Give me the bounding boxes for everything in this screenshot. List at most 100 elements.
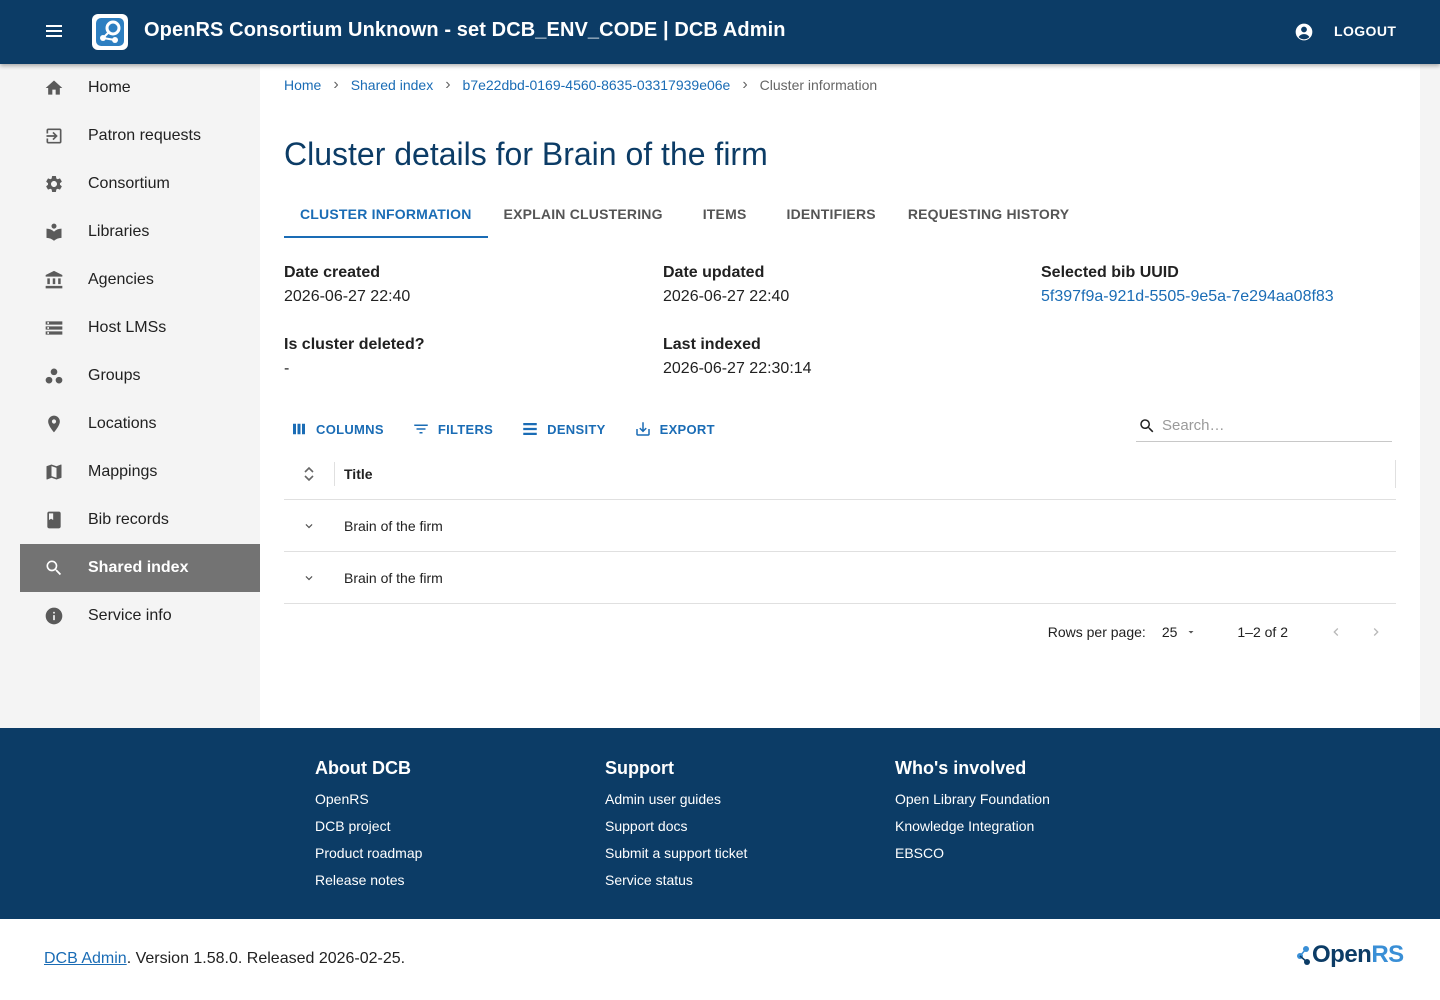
- filters-label: FILTERS: [437, 421, 494, 437]
- sidebar-item-patron-requests[interactable]: Patron requests: [20, 112, 260, 160]
- grid-toolbar: COLUMNS FILTERS DENSITY EXPORT: [284, 416, 737, 442]
- rows-per-page-label: Rows per page:: [1047, 624, 1146, 640]
- date-updated-value: 2026-06-27 22:40: [663, 288, 790, 305]
- date-created-field: Date created 2026-06-27 22:40: [284, 264, 410, 306]
- search-input[interactable]: [1162, 417, 1382, 434]
- breadcrumb-home[interactable]: Home: [284, 77, 321, 93]
- rows-per-page-select[interactable]: 25: [1162, 624, 1198, 640]
- footer-link[interactable]: DCB project: [315, 818, 422, 834]
- footer-link[interactable]: Open Library Foundation: [895, 791, 1050, 807]
- sidebar-item-label: Home: [88, 79, 131, 96]
- sidebar-item-label: Locations: [88, 415, 157, 432]
- tab-cluster-information[interactable]: CLUSTER INFORMATION: [284, 194, 488, 238]
- footer-heading: Who's involved: [895, 758, 1027, 778]
- selected-bib-link[interactable]: 5f397f9a-921d-5505-9e5a-7e294aa08f83: [1041, 288, 1334, 306]
- filter-list-icon: [414, 424, 428, 434]
- footer-link[interactable]: Submit a support ticket: [605, 845, 747, 861]
- footer-link[interactable]: Product roadmap: [315, 845, 422, 861]
- filters-button[interactable]: FILTERS: [406, 416, 499, 442]
- menu-icon[interactable]: [42, 22, 66, 42]
- sidebar-item-consortium[interactable]: Consortium: [20, 160, 260, 208]
- book-icon: [47, 511, 61, 529]
- logout-button[interactable]: LOGOUT: [1334, 23, 1396, 39]
- tab-requesting-history[interactable]: REQUESTING HISTORY: [892, 194, 1086, 238]
- footer-heading: About DCB: [315, 758, 411, 778]
- breadcrumb-cluster-id[interactable]: b7e22dbd-0169-4560-8635-03317939e06e: [463, 77, 731, 93]
- footer-link[interactable]: Admin user guides: [605, 791, 747, 807]
- table-row[interactable]: Brain of the firm: [284, 552, 1396, 604]
- breadcrumb-shared-index[interactable]: Shared index: [351, 77, 434, 93]
- cluster-deleted-field: Is cluster deleted? -: [284, 336, 425, 378]
- footer-link[interactable]: OpenRS: [315, 791, 422, 807]
- row-expand-button[interactable]: [284, 571, 334, 585]
- footer-support: Support Admin user guides Support docs S…: [605, 758, 747, 899]
- footer: About DCB OpenRS DCB project Product roa…: [0, 728, 1440, 919]
- breadcrumb: Home › Shared index › b7e22dbd-0169-4560…: [284, 76, 877, 94]
- sidebar-item-libraries[interactable]: Libraries: [20, 208, 260, 256]
- last-indexed-value: 2026-06-27 22:30:14: [663, 360, 812, 377]
- workspaces-icon: [45, 368, 63, 384]
- row-title: Brain of the firm: [344, 569, 443, 586]
- sidebar-item-host-lmss[interactable]: Host LMSs: [20, 304, 260, 352]
- chevron-right-icon: ›: [333, 76, 339, 93]
- version-info: DCB Admin. Version 1.58.0. Released 2026…: [44, 950, 405, 968]
- sidebar-item-label: Service info: [88, 607, 172, 624]
- footer-heading: Support: [605, 758, 674, 778]
- chevron-down-icon: [305, 575, 313, 580]
- export-button[interactable]: EXPORT: [628, 416, 721, 442]
- grid-search: [1136, 410, 1392, 442]
- sidebar-item-label: Consortium: [88, 175, 170, 192]
- app-logo[interactable]: [92, 14, 128, 50]
- sidebar-item-locations[interactable]: Locations: [20, 400, 260, 448]
- footer-link[interactable]: Release notes: [315, 872, 422, 888]
- sidebar-item-label: Agencies: [88, 271, 154, 288]
- view-column-icon: [293, 423, 305, 435]
- last-indexed-label: Last indexed: [663, 336, 761, 353]
- app-bar: OpenRS Consortium Unknown - set DCB_ENV_…: [0, 0, 1440, 64]
- row-expand-button[interactable]: [284, 519, 334, 533]
- sidebar-item-label: Patron requests: [88, 127, 201, 144]
- map-icon: [46, 464, 62, 480]
- footer-link[interactable]: Service status: [605, 872, 747, 888]
- cluster-deleted-value: -: [284, 360, 290, 377]
- chevron-right-icon: ›: [445, 76, 451, 93]
- date-updated-label: Date updated: [663, 264, 765, 281]
- page-range: 1–2 of 2: [1237, 624, 1288, 640]
- table-row[interactable]: Brain of the firm: [284, 500, 1396, 552]
- gear-icon: [46, 176, 62, 192]
- sidebar-item-label: Host LMSs: [88, 319, 167, 336]
- prev-page-button[interactable]: [1316, 624, 1356, 640]
- sidebar-item-label: Bib records: [88, 511, 169, 528]
- account-circle-icon[interactable]: [1294, 22, 1314, 42]
- pagination: Rows per page: 25 1–2 of 2: [284, 616, 1396, 648]
- selected-bib-label: Selected bib UUID: [1041, 264, 1179, 281]
- tab-identifiers[interactable]: IDENTIFIERS: [770, 194, 891, 238]
- sidebar-item-shared-index[interactable]: Shared index: [20, 544, 260, 592]
- tab-bar: CLUSTER INFORMATION EXPLAIN CLUSTERING I…: [284, 194, 1396, 238]
- column-header-title[interactable]: Title: [335, 466, 373, 482]
- footer-link[interactable]: EBSCO: [895, 845, 1050, 861]
- footer-link[interactable]: Knowledge Integration: [895, 818, 1050, 834]
- density-button[interactable]: DENSITY: [515, 416, 611, 442]
- sidebar-item-home[interactable]: Home: [20, 64, 260, 112]
- breadcrumb-current: Cluster information: [759, 77, 878, 93]
- columns-button[interactable]: COLUMNS: [284, 416, 390, 442]
- sidebar-item-bib-records[interactable]: Bib records: [20, 496, 260, 544]
- sidebar-item-mappings[interactable]: Mappings: [20, 448, 260, 496]
- tab-explain-clustering[interactable]: EXPLAIN CLUSTERING: [488, 194, 679, 238]
- tab-items[interactable]: ITEMS: [679, 194, 771, 238]
- sidebar-item-groups[interactable]: Groups: [20, 352, 260, 400]
- sidebar-item-agencies[interactable]: Agencies: [20, 256, 260, 304]
- unfold-icon: [304, 466, 314, 481]
- sidebar-item-service-info[interactable]: Service info: [20, 592, 260, 640]
- footer-link[interactable]: Support docs: [605, 818, 747, 834]
- sidebar-item-label: Groups: [88, 367, 141, 384]
- expand-all-toggle[interactable]: [284, 466, 334, 482]
- openrs-logo[interactable]: OpenRS: [1296, 941, 1404, 969]
- sidebar-item-label: Shared index: [88, 559, 189, 576]
- next-page-button[interactable]: [1356, 624, 1396, 640]
- app-home-link[interactable]: DCB Admin: [44, 950, 127, 967]
- columns-label: COLUMNS: [316, 421, 384, 437]
- column-separator[interactable]: [1395, 460, 1396, 488]
- openrs-logo-icon: [96, 18, 124, 46]
